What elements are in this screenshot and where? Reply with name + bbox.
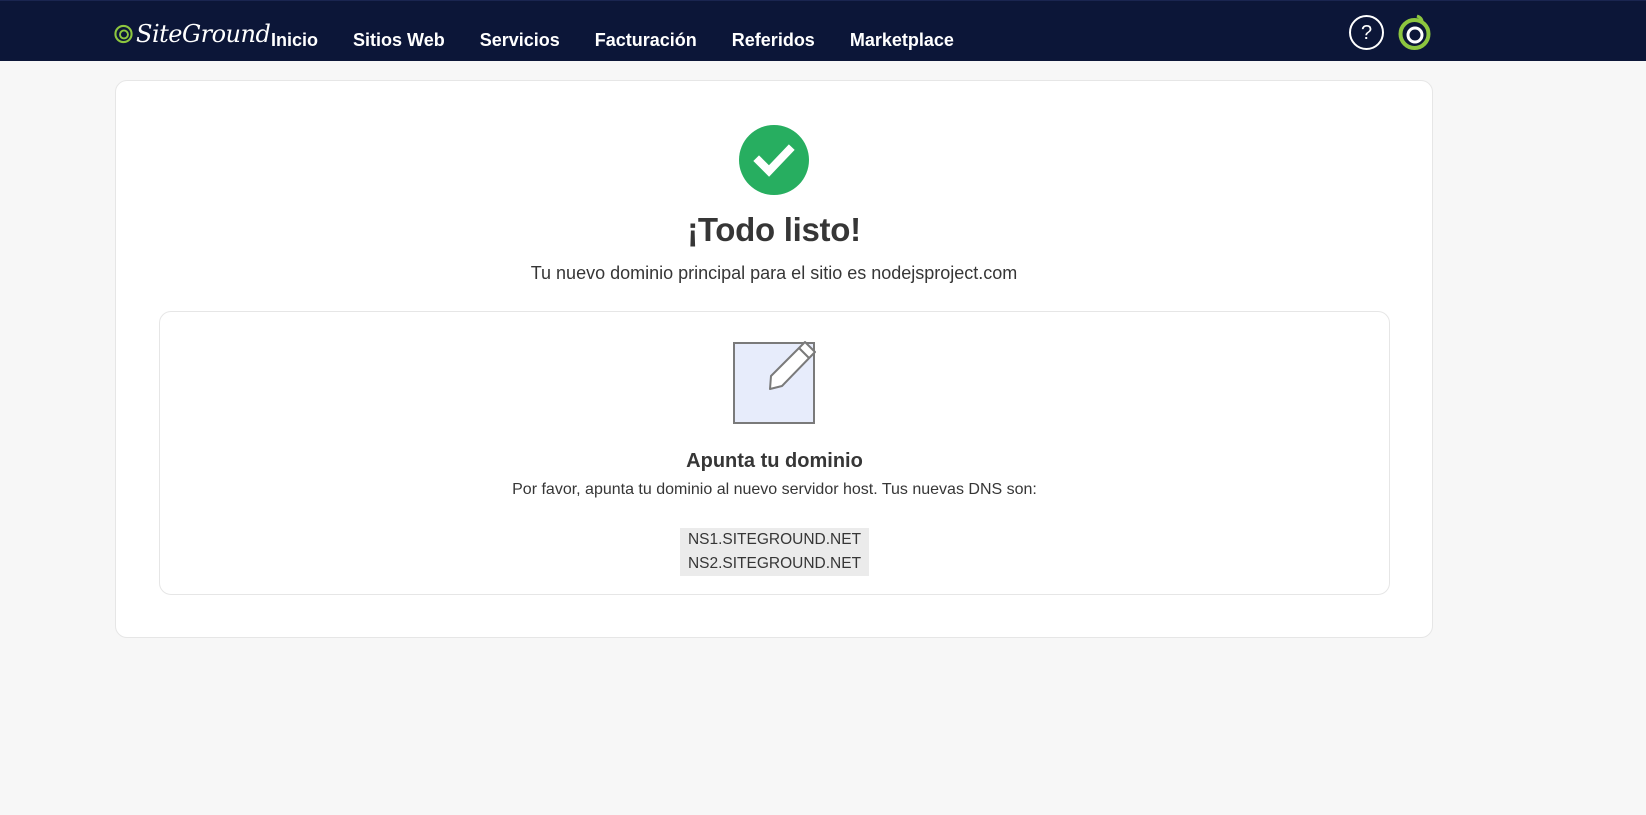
nav-item-marketplace[interactable]: Marketplace (850, 27, 954, 53)
edit-pencil-icon (733, 341, 816, 424)
top-navigation-bar: SiteGround Inicio Sitios Web Servicios F… (0, 0, 1646, 61)
question-circle-icon: ? (1360, 21, 1373, 44)
logo-text: SiteGround (136, 20, 271, 48)
dns-list: NS1.SITEGROUND.NET NS2.SITEGROUND.NET (160, 528, 1389, 576)
point-domain-text: Por favor, apunta tu dominio al nuevo se… (512, 481, 1037, 498)
siteground-logo[interactable]: SiteGround (114, 19, 271, 49)
check-circle-icon (739, 125, 809, 195)
point-domain-panel: Apunta tu dominio Por favor, apunta tu d… (159, 311, 1390, 595)
page-title: ¡Todo listo! (687, 211, 861, 248)
dns-server-2: NS2.SITEGROUND.NET (679, 552, 870, 576)
siteground-avatar-icon[interactable] (1397, 14, 1432, 51)
nav-item-referidos[interactable]: Referidos (732, 27, 815, 53)
nav-item-facturacion[interactable]: Facturación (595, 27, 697, 53)
nav-item-servicios[interactable]: Servicios (480, 27, 560, 53)
nav-item-sitios-web[interactable]: Sitios Web (353, 27, 445, 53)
page-subtitle: Tu nuevo dominio principal para el sitio… (530, 263, 1018, 283)
main-nav: Inicio Sitios Web Servicios Facturación … (271, 27, 989, 53)
dns-server-1: NS1.SITEGROUND.NET (679, 528, 870, 552)
help-button[interactable]: ? (1349, 15, 1384, 50)
success-card: ¡Todo listo! Tu nuevo dominio principal … (115, 80, 1433, 638)
point-domain-title: Apunta tu dominio (686, 450, 863, 472)
siteground-logo-icon (114, 24, 133, 44)
nav-item-inicio[interactable]: Inicio (271, 27, 318, 53)
